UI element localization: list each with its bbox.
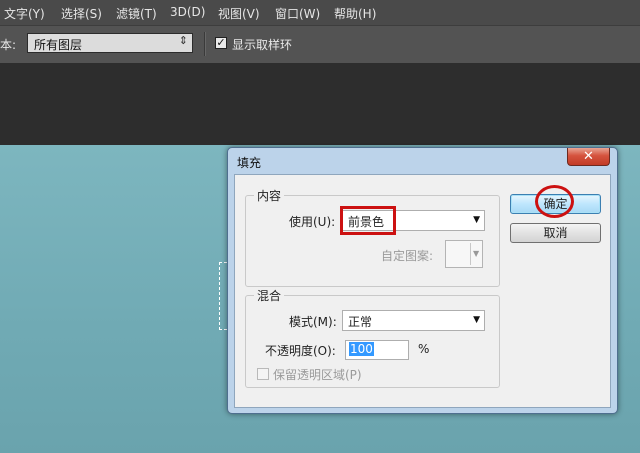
cancel-button-label: 取消 (543, 226, 568, 240)
document-tab-area (0, 63, 640, 145)
cancel-button[interactable]: 取消 (510, 223, 601, 243)
highlight-annotation (340, 206, 396, 235)
opacity-label: 不透明度(O): (265, 344, 336, 358)
dropdown-arrow-icon: ▼ (473, 249, 480, 258)
custom-pattern-label: 自定图案: (381, 249, 434, 263)
opacity-value: 100 (349, 342, 374, 356)
content-group-title: 内容 (254, 187, 285, 204)
fill-dialog: 填充 ✕ 内容 使用(U): 前景色 ▼ 自定图案: ▼ 混合 模式(M): 正… (227, 147, 618, 414)
options-bar: 本: 所有图层 ⇕ ✓ 显示取样环 (0, 25, 640, 65)
dialog-client: 内容 使用(U): 前景色 ▼ 自定图案: ▼ 混合 模式(M): 正常 ▼ 不… (234, 174, 611, 408)
toolbar-divider (204, 32, 206, 56)
menu-3d[interactable]: 3D(D) (170, 5, 205, 19)
opacity-unit: % (418, 342, 430, 356)
dialog-title: 填充 (237, 156, 262, 170)
sample-select[interactable]: 所有图层 ⇕ (27, 33, 193, 53)
menu-select[interactable]: 选择(S) (61, 5, 102, 22)
mode-dropdown-value: 正常 (348, 315, 373, 329)
content-group: 内容 使用(U): 前景色 ▼ 自定图案: ▼ (245, 187, 500, 287)
preserve-transparency-checkbox[interactable] (257, 368, 269, 380)
mode-label: 模式(M): (289, 315, 337, 329)
updown-arrow-icon: ⇕ (178, 34, 188, 47)
show-ring-label: 显示取样环 (232, 38, 293, 52)
show-ring-checkbox[interactable]: ✓ (215, 37, 227, 49)
opacity-input[interactable]: 100 (345, 340, 409, 360)
dropdown-arrow-icon: ▼ (473, 315, 480, 325)
mode-dropdown[interactable]: 正常 ▼ (342, 310, 485, 331)
menu-view[interactable]: 视图(V) (218, 5, 260, 22)
blend-group: 混合 模式(M): 正常 ▼ 不透明度(O): 100 % 保留透明区域(P) (245, 287, 500, 388)
menu-filter[interactable]: 滤镜(T) (116, 5, 157, 22)
menu-window[interactable]: 窗口(W) (275, 5, 320, 22)
close-icon: ✕ (583, 149, 594, 164)
menu-bar: 文字(Y) 选择(S) 滤镜(T) 3D(D) 视图(V) 窗口(W) 帮助(H… (0, 0, 640, 25)
pattern-divider (470, 243, 471, 265)
sample-label: 本: (0, 38, 17, 52)
dropdown-arrow-icon: ▼ (473, 215, 480, 225)
close-button[interactable]: ✕ (567, 148, 610, 166)
custom-pattern-picker[interactable]: ▼ (445, 240, 483, 268)
sample-select-value: 所有图层 (34, 38, 83, 52)
preserve-transparency-label: 保留透明区域(P) (273, 368, 362, 382)
use-label: 使用(U): (289, 215, 336, 229)
menu-help[interactable]: 帮助(H) (334, 5, 376, 22)
menu-type[interactable]: 文字(Y) (4, 5, 45, 22)
circle-annotation (535, 185, 574, 218)
blend-group-title: 混合 (254, 287, 285, 304)
